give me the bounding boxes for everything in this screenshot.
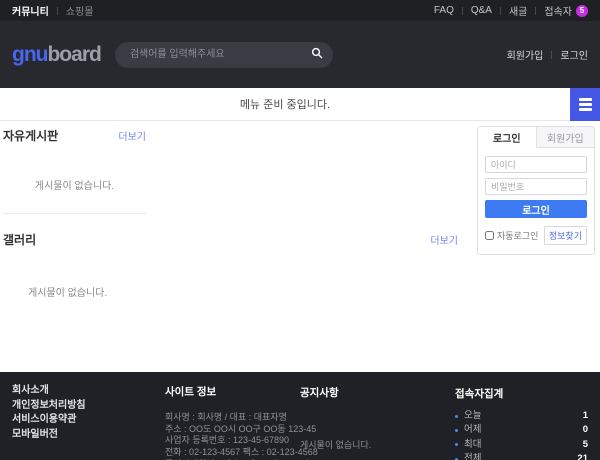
free-board-more-link[interactable]: 더보기 <box>118 128 146 143</box>
divider <box>462 7 463 15</box>
notice-title: 공지사항 <box>300 385 440 400</box>
auto-login-option[interactable]: 자동로그인 <box>485 229 538 242</box>
footer-link-mobile[interactable]: 모바일버전 <box>12 428 86 443</box>
gallery-header: 갤러리 더보기 <box>3 231 458 248</box>
free-board-title: 자유게시판 <box>3 127 58 144</box>
auto-login-checkbox[interactable] <box>485 231 494 240</box>
stat-row-total: 전체 21 <box>455 452 588 460</box>
bullet-icon <box>455 415 458 418</box>
logo-text-gnu: gnu <box>12 43 47 66</box>
tab-login[interactable]: 로그인 <box>478 127 536 148</box>
topbar-link-community[interactable]: 커뮤니티 <box>12 3 49 18</box>
menu-toggle-button[interactable] <box>570 88 600 121</box>
free-board-header: 자유게시판 더보기 <box>3 127 146 144</box>
join-link[interactable]: 회원가입 <box>507 47 544 62</box>
footer-link-terms[interactable]: 서비스이용약관 <box>12 413 86 428</box>
auto-login-label: 자동로그인 <box>497 229 538 242</box>
password-field[interactable] <box>485 178 587 195</box>
footer-links: 회사소개 개인정보처리방침 서비스이용약관 모바일버전 <box>12 384 86 442</box>
login-link[interactable]: 로그인 <box>560 47 588 62</box>
footer: 회사소개 개인정보처리방침 서비스이용약관 모바일버전 사이트 정보 회사명 :… <box>0 372 600 460</box>
stat-value: 0 <box>583 423 588 437</box>
bullet-icon <box>455 443 458 446</box>
main-content: 자유게시판 더보기 게시물이 없습니다. 갤러리 더보기 게시물이 없습니다. … <box>0 121 600 372</box>
menu-notice-text: 메뉴 준비 중입니다. <box>0 88 570 120</box>
login-box-footer: 자동로그인 정보찾기 <box>485 226 587 245</box>
stat-label: 최대 <box>464 438 481 452</box>
gallery-title: 갤러리 <box>3 231 36 248</box>
login-box: 로그인 회원가입 로그인 자동로그인 정보찾기 <box>477 126 595 255</box>
footer-link-company[interactable]: 회사소개 <box>12 384 86 399</box>
footer-link-privacy[interactable]: 개인정보처리방침 <box>12 399 86 414</box>
stat-label: 전체 <box>464 452 481 460</box>
free-board-empty-message: 게시물이 없습니다. <box>3 144 146 192</box>
topbar-left: 커뮤니티 쇼핑몰 <box>12 3 93 18</box>
search-button[interactable] <box>311 47 323 62</box>
visitor-stats-title: 접속자집계 <box>455 386 588 401</box>
latest-free-board: 자유게시판 더보기 게시물이 없습니다. <box>3 127 146 214</box>
divider <box>551 51 552 59</box>
stat-value: 5 <box>583 438 588 452</box>
topbar-link-faq[interactable]: FAQ <box>434 5 454 16</box>
divider <box>535 7 536 15</box>
stat-label: 오늘 <box>464 409 481 423</box>
user-id-field[interactable] <box>485 156 587 173</box>
login-box-tabs: 로그인 회원가입 <box>478 127 594 148</box>
latest-gallery: 갤러리 더보기 게시물이 없습니다. <box>3 231 458 299</box>
member-links: 회원가입 로그인 <box>507 47 588 62</box>
topbar-link-new-posts[interactable]: 새글 <box>509 3 527 18</box>
login-box-body: 로그인 자동로그인 정보찾기 <box>478 148 594 254</box>
topbar-right: FAQ Q&A 새글 접속자 5 <box>434 3 588 18</box>
tab-join[interactable]: 회원가입 <box>536 127 595 148</box>
gallery-more-link[interactable]: 더보기 <box>430 232 458 247</box>
gallery-empty-message: 게시물이 없습니다. <box>3 248 458 299</box>
logo-text-board: board <box>47 43 100 66</box>
topbar: 커뮤니티 쇼핑몰 FAQ Q&A 새글 접속자 5 <box>0 0 600 21</box>
divider <box>500 7 501 15</box>
stat-label: 어제 <box>464 423 481 437</box>
page: 커뮤니티 쇼핑몰 FAQ Q&A 새글 접속자 5 gnuboard <box>0 0 600 460</box>
footer-notice: 공지사항 게시물이 없습니다. <box>300 385 440 451</box>
notice-empty-message: 게시물이 없습니다. <box>300 438 440 451</box>
find-info-button[interactable]: 정보찾기 <box>544 226 587 245</box>
menubar: 메뉴 준비 중입니다. <box>0 88 600 121</box>
stat-row-yesterday: 어제 0 <box>455 423 588 437</box>
visitor-count-badge[interactable]: 5 <box>576 5 588 17</box>
topbar-link-qna[interactable]: Q&A <box>471 5 492 16</box>
bullet-icon <box>455 429 458 432</box>
search-icon <box>311 47 323 62</box>
header: gnuboard 회원가입 로그인 <box>0 21 600 88</box>
stat-row-max: 최대 5 <box>455 438 588 452</box>
topbar-link-shopping[interactable]: 쇼핑몰 <box>66 3 94 18</box>
topbar-link-visitors[interactable]: 접속자 <box>544 3 572 18</box>
divider <box>57 7 58 15</box>
stat-row-today: 오늘 1 <box>455 409 588 423</box>
site-logo[interactable]: gnuboard <box>12 43 101 67</box>
login-button[interactable]: 로그인 <box>485 200 587 218</box>
stat-value: 1 <box>583 409 588 423</box>
footer-visitor-stats: 접속자집계 오늘 1 어제 0 최대 5 <box>455 386 588 460</box>
search-input[interactable] <box>128 48 311 61</box>
search-bar <box>115 42 333 68</box>
stat-value: 21 <box>577 452 588 460</box>
